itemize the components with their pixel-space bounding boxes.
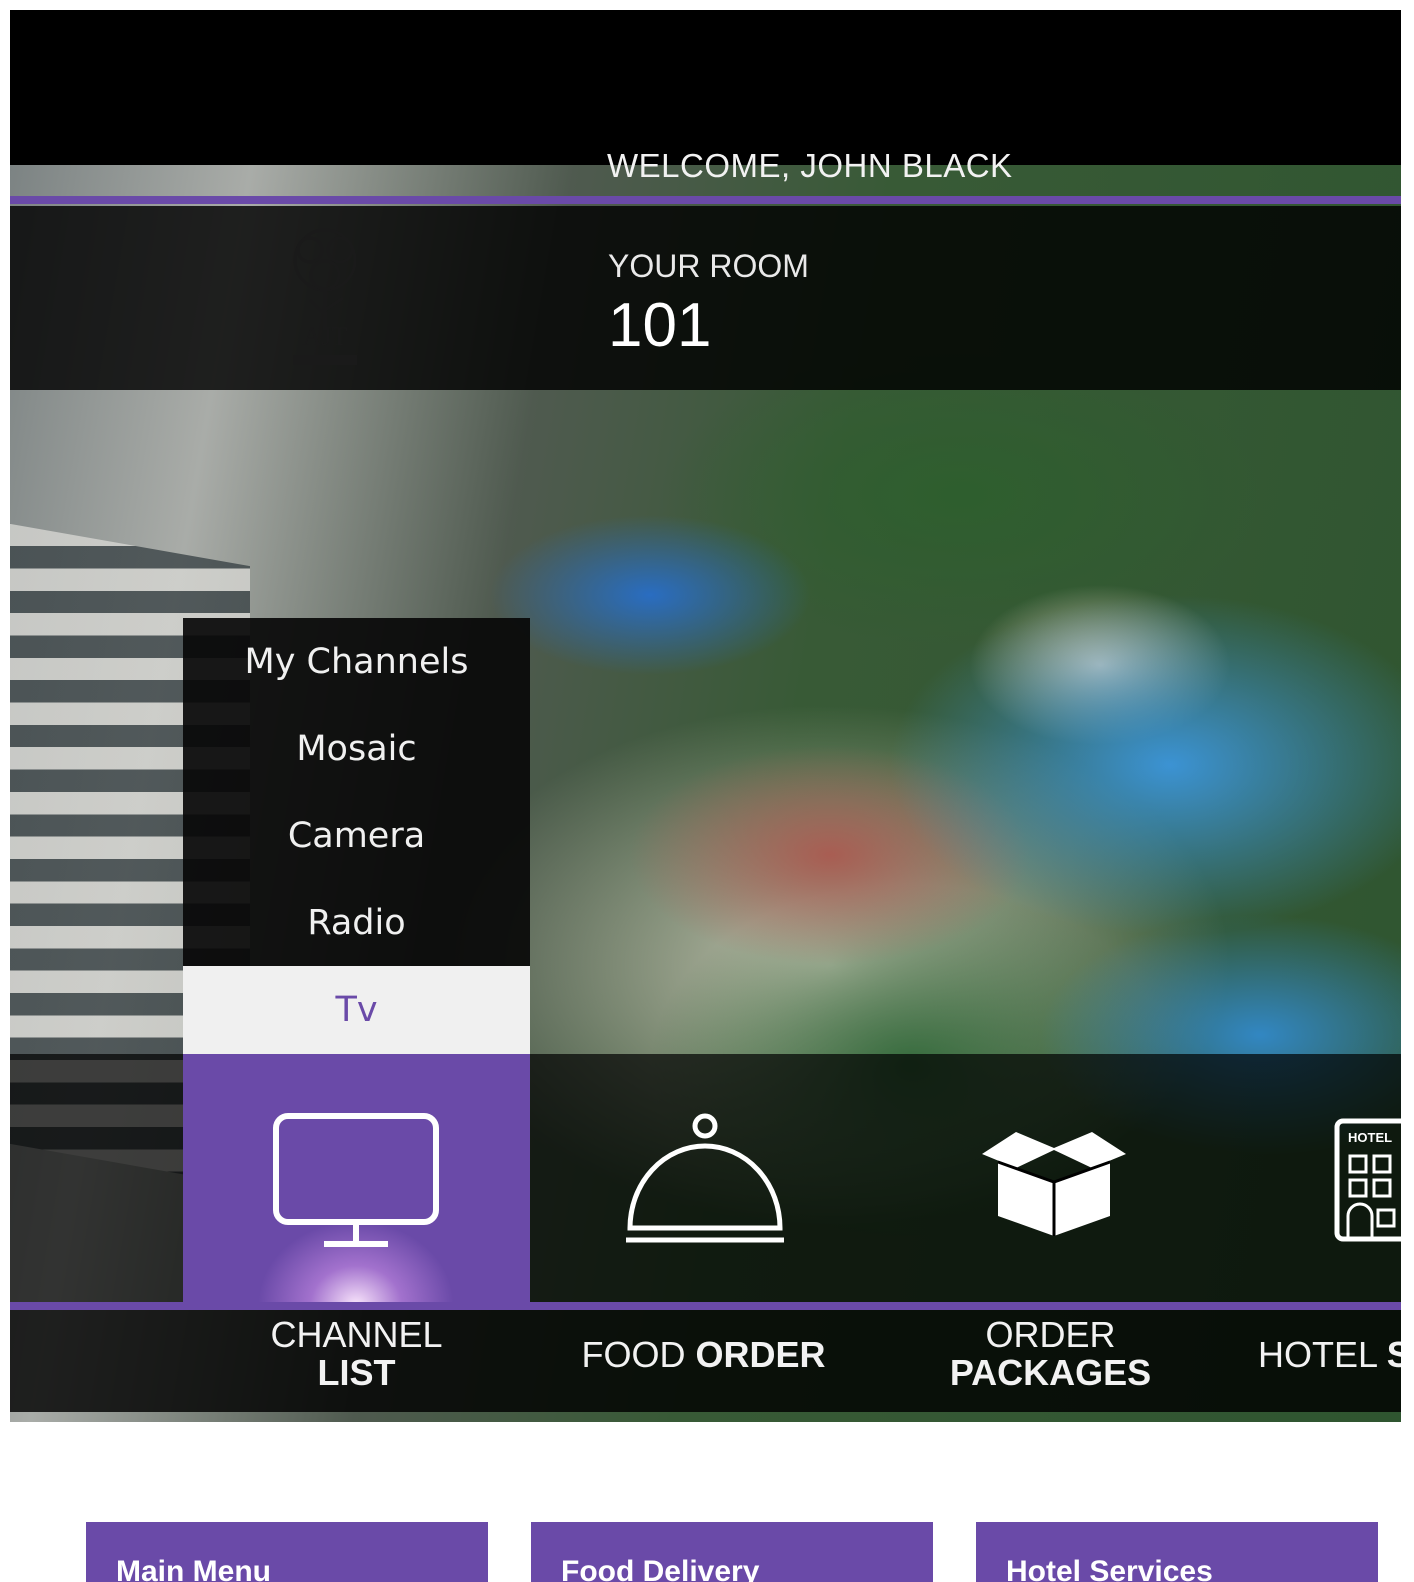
tile-label-line1: ORDER (985, 1314, 1116, 1355)
tile-label-bold: ORDER (695, 1334, 826, 1375)
tiles-divider (10, 1302, 1401, 1310)
tile-label-hotel-services[interactable]: HOTEL S (1258, 1336, 1401, 1374)
cloche-icon[interactable] (622, 1110, 788, 1246)
tile-label-bold: S (1386, 1334, 1401, 1375)
tile-label-line2: LIST (317, 1352, 396, 1393)
room-label: YOUR ROOM (608, 248, 809, 284)
submenu-item-radio[interactable]: Radio (183, 903, 530, 943)
tv-icon (273, 1113, 439, 1247)
tile-label-food-order[interactable]: FOOD ORDER (530, 1336, 877, 1374)
room-number: 101 (608, 291, 712, 360)
submenu-item-tv[interactable]: Tv (183, 966, 530, 1054)
top-bar (10, 10, 1401, 163)
hotel-logo: AJT (293, 228, 357, 365)
submenu-item-camera[interactable]: Camera (183, 816, 530, 856)
channel-submenu: My Channels Mosaic Camera Radio Tv (183, 618, 530, 1054)
hotel-icon-text: HOTEL (1348, 1130, 1392, 1145)
submenu-item-mosaic[interactable]: Mosaic (183, 729, 530, 769)
tile-label-line2: PACKAGES (949, 1352, 1152, 1393)
caption-food-delivery: Food Delivery (531, 1522, 933, 1582)
tile-label-plain: FOOD (581, 1334, 696, 1375)
tile-label-plain: HOTEL (1258, 1334, 1387, 1375)
caption-hotel-services: Hotel Services (976, 1522, 1378, 1582)
tile-label-order-packages[interactable]: ORDER PACKAGES (877, 1316, 1224, 1392)
box-icon[interactable] (976, 1128, 1132, 1238)
tile-label-channel-list[interactable]: CHANNEL LIST (183, 1316, 530, 1392)
welcome-message: WELCOME, JOHN BLACK (607, 147, 1013, 184)
caption-main-menu: Main Menu (86, 1522, 488, 1582)
tv-screen: WELCOME, JOHN BLACK AJT YOUR ROOM 101 My… (10, 10, 1401, 1422)
header-divider (10, 196, 1401, 204)
hotel-icon[interactable]: HOTEL (1334, 1118, 1401, 1242)
tile-label-line1: CHANNEL (270, 1314, 443, 1355)
submenu-item-my-channels[interactable]: My Channels (183, 642, 530, 682)
submenu-item-tv-label: Tv (335, 990, 378, 1030)
logo-text: AJT (303, 322, 348, 351)
